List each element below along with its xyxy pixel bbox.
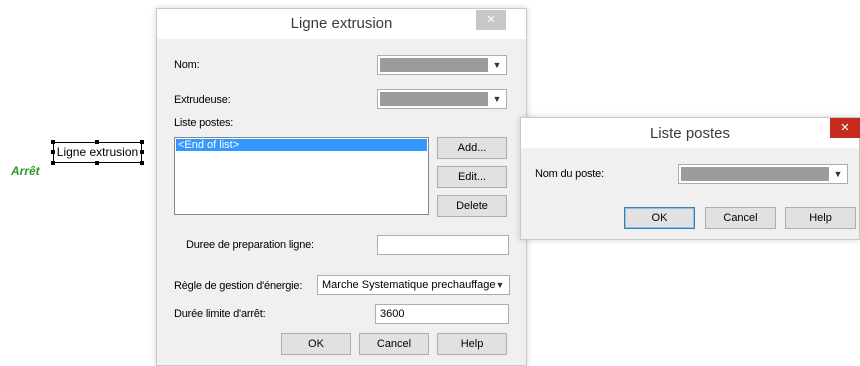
canvas-node-state: Arrêt	[11, 164, 40, 178]
extrudeuse-combobox[interactable]: ▼	[377, 89, 507, 109]
resize-handle-right[interactable]	[140, 150, 144, 154]
chevron-down-icon[interactable]: ▼	[488, 56, 506, 74]
duree-preparation-input[interactable]	[377, 235, 509, 255]
close-icon: ×	[486, 11, 496, 28]
resize-handle-top[interactable]	[95, 140, 99, 144]
dialog-title: Liste postes	[649, 125, 731, 142]
resize-handle-bottom-right[interactable]	[140, 161, 144, 165]
dialog-title: Ligne extrusion	[290, 15, 393, 32]
chevron-down-icon[interactable]: ▼	[829, 165, 847, 183]
chevron-down-icon[interactable]: ▼	[491, 276, 509, 294]
regle-gestion-combobox[interactable]: Marche Systematique prechauffage ▼	[317, 275, 510, 295]
resize-handle-bottom[interactable]	[95, 161, 99, 165]
liste-postes-label: Liste postes:	[174, 117, 234, 129]
resize-handle-left[interactable]	[51, 150, 55, 154]
ligne-extrusion-dialog: Ligne extrusion × Nom: ▼ Extrudeuse: ▼ L…	[156, 8, 527, 366]
close-icon: ×	[840, 119, 850, 136]
resize-handle-top-right[interactable]	[140, 140, 144, 144]
canvas-node-label: Ligne extrusion	[56, 145, 139, 159]
liste-postes-dialog: Liste postes × Nom du poste: ▼ OK Cancel…	[520, 117, 860, 240]
nom-du-poste-combobox[interactable]: ▼	[678, 164, 848, 184]
add-button[interactable]: Add...	[437, 137, 507, 159]
nom-combobox[interactable]: ▼	[377, 55, 507, 75]
duree-preparation-label: Duree de preparation ligne:	[186, 239, 314, 251]
duree-limite-label: Durée limite d'arrêt:	[174, 308, 266, 320]
cancel-button[interactable]: Cancel	[705, 207, 776, 229]
delete-button[interactable]: Delete	[437, 195, 507, 217]
help-button[interactable]: Help	[437, 333, 507, 355]
liste-postes-listbox[interactable]: <End of list>	[174, 137, 429, 215]
list-item[interactable]: <End of list>	[176, 139, 427, 151]
regle-gestion-label: Règle de gestion d'énergie:	[174, 280, 303, 292]
nom-label: Nom:	[174, 59, 200, 71]
nom-du-poste-label: Nom du poste:	[535, 168, 604, 180]
close-button[interactable]: ×	[476, 10, 506, 30]
resize-handle-bottom-left[interactable]	[51, 161, 55, 165]
ok-button[interactable]: OK	[624, 207, 695, 229]
extrudeuse-label: Extrudeuse:	[174, 94, 231, 106]
regle-gestion-value: Marche Systematique prechauffage	[322, 279, 496, 291]
cancel-button[interactable]: Cancel	[359, 333, 429, 355]
dialog-titlebar: Ligne extrusion	[157, 9, 526, 39]
canvas-node-ligne-extrusion[interactable]: Ligne extrusion	[53, 142, 142, 163]
close-button[interactable]: ×	[830, 118, 860, 138]
ok-button[interactable]: OK	[281, 333, 351, 355]
nom-combobox-value	[380, 58, 488, 72]
chevron-down-icon[interactable]: ▼	[488, 90, 506, 108]
help-button[interactable]: Help	[785, 207, 856, 229]
edit-button[interactable]: Edit...	[437, 166, 507, 188]
dialog-titlebar: Liste postes	[521, 118, 859, 148]
duree-limite-input[interactable]: 3600	[375, 304, 509, 324]
extrudeuse-combobox-value	[380, 92, 488, 106]
nom-du-poste-value	[681, 167, 829, 181]
resize-handle-top-left[interactable]	[51, 140, 55, 144]
